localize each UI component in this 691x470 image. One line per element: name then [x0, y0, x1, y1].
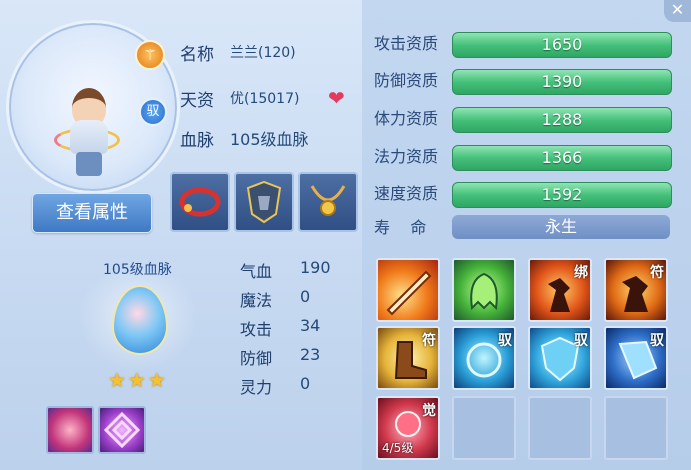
skill-tag: 符 — [422, 333, 436, 349]
skill-slot-empty[interactable] — [604, 396, 668, 460]
stat-label: 攻击 — [240, 320, 273, 339]
skill-slot-empty[interactable] — [452, 396, 516, 460]
amulet-icon — [310, 185, 346, 216]
lifespan-label: 寿 命 — [374, 218, 427, 237]
stat-value: 34 — [300, 316, 321, 335]
view-attributes-button[interactable]: 查看属性 — [32, 193, 152, 233]
role-badge-icon: ⚚ — [135, 40, 165, 70]
stat-row: 灵力 0 — [240, 374, 310, 398]
armor-icon — [246, 180, 282, 224]
skill-level-label: 4/5级 — [382, 441, 414, 455]
skill-tag: 驭 — [574, 333, 588, 349]
name-label: 名称 — [180, 44, 214, 65]
stat-row: 攻击 34 — [240, 316, 320, 340]
stat-value: 23 — [300, 345, 321, 364]
stat-label: 气血 — [240, 262, 273, 281]
skill-tag: 驭 — [650, 333, 664, 349]
aptitude-label: 天资 — [180, 90, 214, 111]
bloodline-stars: ★★★ — [108, 368, 168, 392]
skill-slot-shield[interactable]: 驭 — [528, 326, 592, 390]
aptitude-bar-defense: 1390 — [452, 69, 672, 95]
stat-label: 灵力 — [240, 378, 273, 397]
stat-label: 魔法 — [240, 291, 273, 310]
stat-value: 190 — [300, 258, 331, 277]
aptitude-label-mana: 法力资质 — [374, 147, 439, 166]
bloodline-skill-slot[interactable] — [98, 406, 146, 454]
bloodline-row: 血脉 105级血脉 — [180, 125, 309, 151]
stat-label: 防御 — [240, 349, 273, 368]
aptitude-bar-mana: 1366 — [452, 145, 672, 171]
pet-sprite-legs — [76, 152, 102, 176]
stat-row: 气血 190 — [240, 258, 331, 282]
name-row: 名称 兰兰(120) — [180, 39, 296, 65]
aptitude-bar-stamina: 1288 — [452, 107, 672, 133]
stat-row: 魔法 0 — [240, 287, 310, 311]
close-button[interactable]: ✕ — [664, 0, 691, 22]
skill-slot-ghost-poison[interactable] — [452, 258, 516, 322]
name-value: 兰兰(120) — [230, 45, 296, 61]
bloodline-skill-slot[interactable] — [46, 406, 94, 454]
ghost-icon — [470, 272, 498, 311]
bloodline-value: 105级血脉 — [230, 130, 309, 149]
sword-icon — [386, 270, 432, 316]
aptitude-label-speed: 速度资质 — [374, 184, 439, 203]
bloodline-label: 血脉 — [180, 130, 214, 151]
aptitude-bar-attack: 1650 — [452, 32, 672, 58]
skill-tag: 驭 — [498, 333, 512, 349]
skill-slot-bind-strike[interactable]: 绑 — [528, 258, 592, 322]
aptitude-label-stamina: 体力资质 — [374, 109, 439, 128]
skill-tag: 觉 — [422, 403, 436, 419]
lattice-icon — [103, 411, 141, 449]
stat-value: 0 — [300, 287, 311, 306]
skill-slot-sword-slash[interactable] — [376, 258, 440, 322]
aptitude-bar-speed: 1592 — [452, 182, 672, 208]
lifespan-value: 永生 — [452, 215, 670, 239]
skill-tag: 符 — [650, 265, 664, 281]
skill-tag: 绑 — [574, 265, 588, 281]
equipment-slot-amulet[interactable] — [298, 172, 358, 232]
collar-icon — [179, 187, 221, 217]
favorite-heart-icon[interactable]: ❤ — [328, 86, 345, 110]
skill-slot-water-orb[interactable]: 驭 — [452, 326, 516, 390]
stat-row: 防御 23 — [240, 345, 320, 369]
equipment-slot-collar[interactable] — [170, 172, 230, 232]
pet-sprite-body — [70, 120, 108, 154]
skill-slot-awaken-rose[interactable]: 觉 4/5级 — [376, 396, 440, 460]
aptitude-label-defense: 防御资质 — [374, 71, 439, 90]
skill-slot-crystal-shard[interactable]: 驭 — [604, 326, 668, 390]
equipment-slot-armor[interactable] — [234, 172, 294, 232]
skill-slot-empty[interactable] — [528, 396, 592, 460]
stat-value: 0 — [300, 374, 311, 393]
yu-badge-icon: 驭 — [139, 98, 167, 126]
aptitude-label-attack: 攻击资质 — [374, 34, 439, 53]
aptitude-row: 天资 优(15017) — [180, 85, 299, 111]
skill-slot-talisman-boot[interactable]: 符 — [376, 326, 440, 390]
aptitude-value: 优(15017) — [230, 91, 300, 107]
skill-slot-talisman-warrior[interactable]: 符 — [604, 258, 668, 322]
